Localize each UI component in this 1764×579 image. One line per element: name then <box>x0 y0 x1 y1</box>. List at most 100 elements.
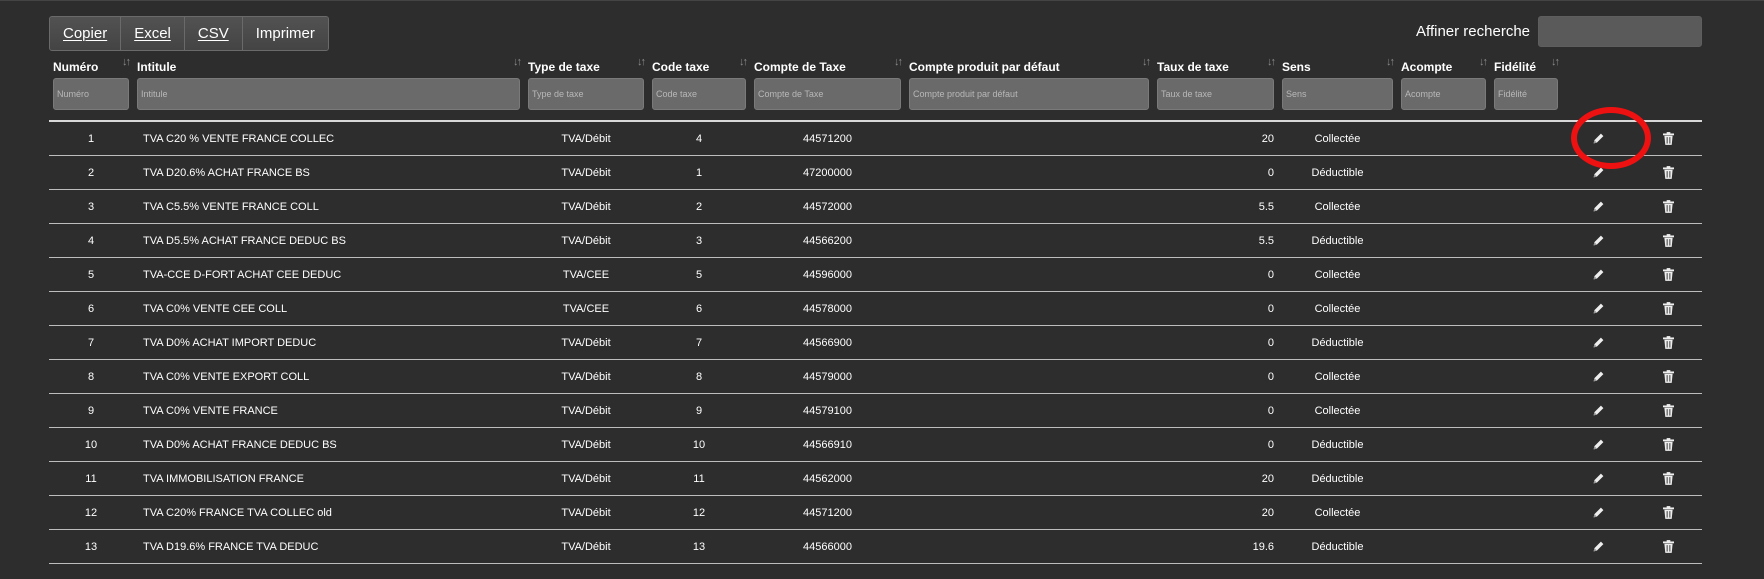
cell-acompte <box>1397 393 1490 428</box>
cell-fidelite <box>1490 257 1562 292</box>
delete-button[interactable] <box>1635 257 1702 292</box>
edit-button[interactable] <box>1562 223 1635 258</box>
delete-button[interactable] <box>1635 189 1702 224</box>
table-row[interactable]: 11 TVA IMMOBILISATION FRANCE TVA/Débit 11 44… <box>49 461 1702 496</box>
filter-input-code[interactable] <box>652 78 746 110</box>
column-header-label: Taux de taxe <box>1157 60 1229 74</box>
delete-button[interactable] <box>1635 223 1702 258</box>
sort-icon[interactable]: ↓↑ <box>1142 56 1151 68</box>
cell-intitule: TVA C20 % VENTE FRANCE COLLEC <box>133 122 524 156</box>
csv-button[interactable]: CSV <box>184 17 243 50</box>
delete-button[interactable] <box>1635 122 1702 156</box>
column-header-type[interactable]: Type de taxe ↓↑ <box>524 56 648 74</box>
column-header-num[interactable]: Numéro ↓↑ <box>49 56 133 74</box>
sort-icon[interactable]: ↓↑ <box>637 56 646 68</box>
filter-input-fidelite[interactable] <box>1494 78 1558 110</box>
table-row[interactable]: 5 TVA-CCE D-FORT ACHAT CEE DEDUC TVA/CEE 5 4… <box>49 257 1702 292</box>
delete-button[interactable] <box>1635 495 1702 530</box>
sort-icon[interactable]: ↓↑ <box>1479 56 1488 68</box>
sort-icon[interactable]: ↓↑ <box>122 56 131 68</box>
copy-button[interactable]: Copier <box>50 17 122 50</box>
column-header-intitule[interactable]: Intitule ↓↑ <box>133 56 524 74</box>
delete-button[interactable] <box>1635 427 1702 462</box>
edit-button[interactable] <box>1562 155 1635 190</box>
filter-input-intitule[interactable] <box>137 78 520 110</box>
filter-input-produit[interactable] <box>909 78 1149 110</box>
filter-input-taux[interactable] <box>1157 78 1274 110</box>
delete-button[interactable] <box>1635 359 1702 394</box>
column-header-produit[interactable]: Compte produit par défaut ↓↑ <box>905 56 1153 74</box>
table-row[interactable]: 2 TVA D20.6% ACHAT FRANCE BS TVA/Débit 1 472… <box>49 155 1702 190</box>
trash-icon <box>1663 370 1674 383</box>
cell-intitule: TVA D20.6% ACHAT FRANCE BS <box>133 155 524 190</box>
table-row[interactable]: 12 TVA C20% FRANCE TVA COLLEC old TVA/Débi… <box>49 495 1702 530</box>
cell-fidelite <box>1490 291 1562 326</box>
sort-icon[interactable]: ↓↑ <box>1551 56 1560 68</box>
column-header-acompte[interactable]: Acompte ↓↑ <box>1397 56 1490 74</box>
cell-compte-produit <box>905 359 1153 394</box>
cell-compte-produit <box>905 155 1153 190</box>
cell-acompte <box>1397 223 1490 258</box>
delete-button[interactable] <box>1635 155 1702 190</box>
export-button-group: Copier Excel CSV Imprimer <box>49 16 329 51</box>
excel-button[interactable]: Excel <box>121 17 185 50</box>
cell-fidelite <box>1490 155 1562 190</box>
table-row[interactable]: 10 TVA D0% ACHAT FRANCE DEDUC BS TVA/Débit… <box>49 427 1702 462</box>
delete-button[interactable] <box>1635 393 1702 428</box>
column-header-sens[interactable]: Sens ↓↑ <box>1278 56 1397 74</box>
filter-input-type[interactable] <box>528 78 644 110</box>
filter-input-num[interactable] <box>53 78 129 110</box>
pencil-icon <box>1592 268 1605 280</box>
column-header-compte[interactable]: Compte de Taxe ↓↑ <box>750 56 905 74</box>
cell-intitule: TVA D5.5% ACHAT FRANCE DEDUC BS <box>133 223 524 258</box>
edit-button[interactable] <box>1562 291 1635 326</box>
edit-button[interactable] <box>1562 359 1635 394</box>
edit-button[interactable] <box>1562 427 1635 462</box>
cell-taux-taxe: 0 <box>1153 359 1278 394</box>
sort-icon[interactable]: ↓↑ <box>513 56 522 68</box>
delete-button[interactable] <box>1635 325 1702 360</box>
table-row[interactable]: 9 TVA C0% VENTE FRANCE TVA/Débit 9 44579100 0… <box>49 393 1702 428</box>
table-row[interactable]: 3 TVA C5.5% VENTE FRANCE COLL TVA/Débit 2 44… <box>49 189 1702 224</box>
filter-cell-empty <box>1562 74 1635 121</box>
delete-button[interactable] <box>1635 291 1702 326</box>
column-header-fidelite[interactable]: Fidélité ↓↑ <box>1490 56 1562 74</box>
search-input[interactable] <box>1538 16 1702 47</box>
trash-icon <box>1663 438 1674 451</box>
edit-button[interactable] <box>1562 325 1635 360</box>
filter-input-compte[interactable] <box>754 78 901 110</box>
cell-sens: Collectée <box>1278 291 1397 326</box>
table-row[interactable]: 4 TVA D5.5% ACHAT FRANCE DEDUC BS TVA/Débi… <box>49 223 1702 258</box>
edit-button[interactable] <box>1562 529 1635 564</box>
table-row[interactable]: 8 TVA C0% VENTE EXPORT COLL TVA/Débit 8 4457… <box>49 359 1702 394</box>
column-header-taux[interactable]: Taux de taxe ↓↑ <box>1153 56 1278 74</box>
table-row[interactable]: 7 TVA D0% ACHAT IMPORT DEDUC TVA/Débit 7 445… <box>49 325 1702 360</box>
column-header-label: Fidélité <box>1494 60 1537 74</box>
trash-icon <box>1663 404 1674 417</box>
delete-button[interactable] <box>1635 461 1702 496</box>
sort-icon[interactable]: ↓↑ <box>1267 56 1276 68</box>
sort-icon[interactable]: ↓↑ <box>894 56 903 68</box>
edit-button[interactable] <box>1562 393 1635 428</box>
table-row[interactable]: 6 TVA C0% VENTE CEE COLL TVA/CEE 6 44578000 0… <box>49 291 1702 326</box>
table-row[interactable]: 1 TVA C20 % VENTE FRANCE COLLEC TVA/Débit 4… <box>49 122 1702 156</box>
pencil-icon <box>1592 302 1605 314</box>
filter-input-sens[interactable] <box>1282 78 1393 110</box>
filter-cell <box>1153 74 1278 121</box>
edit-button[interactable] <box>1562 495 1635 530</box>
column-header-label: Compte de Taxe <box>754 60 846 74</box>
sort-icon[interactable]: ↓↑ <box>1386 56 1395 68</box>
edit-button[interactable] <box>1562 461 1635 496</box>
filter-input-acompte[interactable] <box>1401 78 1486 110</box>
print-button[interactable]: Imprimer <box>242 17 328 50</box>
edit-button[interactable] <box>1562 257 1635 292</box>
delete-button[interactable] <box>1635 529 1702 564</box>
cell-compte-taxe: 44571200 <box>750 122 905 156</box>
edit-button[interactable] <box>1562 122 1635 156</box>
cell-taux-taxe: 0 <box>1153 325 1278 360</box>
cell-acompte <box>1397 359 1490 394</box>
edit-button[interactable] <box>1562 189 1635 224</box>
column-header-code[interactable]: Code taxe ↓↑ <box>648 56 750 74</box>
sort-icon[interactable]: ↓↑ <box>739 56 748 68</box>
table-row[interactable]: 13 TVA D19.6% FRANCE TVA DEDUC TVA/Débit 13… <box>49 529 1702 564</box>
